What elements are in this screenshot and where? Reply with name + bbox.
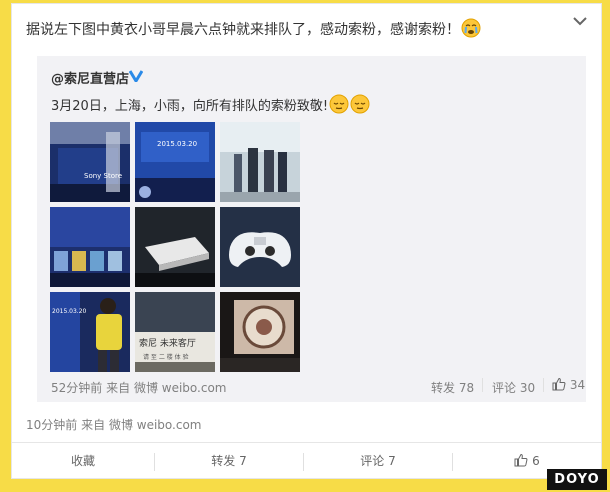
stat-divider bbox=[482, 378, 483, 392]
crying-face-icon bbox=[461, 18, 481, 38]
sony-store-caption: Sony Store bbox=[84, 172, 123, 180]
repost-meta: 52分钟前 来自 微博 weibo.com bbox=[51, 379, 227, 396]
comment-button[interactable]: 评论 7 bbox=[304, 443, 452, 480]
comment-label: 评论 7 bbox=[360, 454, 396, 468]
repost-source-prefix: 来自 bbox=[106, 381, 131, 395]
ps4-controller-photo[interactable] bbox=[220, 207, 300, 287]
yellow-jacket-fan-caption: 2015.03.20 bbox=[52, 308, 87, 315]
sony-sign-photo[interactable]: 索尼 未来客厅 请 至 二 楼 体 验 bbox=[135, 292, 215, 372]
relieved-face-icon bbox=[350, 94, 370, 114]
display-screen-photo[interactable] bbox=[220, 292, 300, 372]
playstation-banner-caption: 2015.03.20 bbox=[157, 140, 198, 148]
doyo-watermark: DOYO bbox=[547, 469, 607, 490]
favorite-label: 收藏 bbox=[70, 454, 95, 468]
action-bar: 收藏 转发 7 评论 7 6 bbox=[12, 442, 601, 480]
stat-divider bbox=[543, 378, 544, 392]
post-text: 据说左下图中黄衣小哥早晨六点钟就来排队了，感动索粉，感谢索粉！ bbox=[26, 18, 481, 41]
repost-forward-label: 转发 bbox=[431, 381, 456, 395]
repost-author[interactable]: @索尼直营店 bbox=[51, 68, 129, 87]
repost-forward-stat[interactable]: 转发 78 bbox=[431, 379, 474, 396]
verified-v-icon bbox=[129, 70, 143, 82]
post-text-content: 据说左下图中黄衣小哥早晨六点钟就来排队了，感动索粉，感谢索粉！ bbox=[26, 22, 460, 38]
repost-text: 3月20日，上海，小雨，向所有排队的索粉致敬! bbox=[51, 94, 370, 118]
yellow-jacket-fan-photo[interactable]: 2015.03.20 bbox=[50, 292, 130, 372]
repost-forward-count: 78 bbox=[458, 381, 475, 395]
post-source-prefix: 来自 bbox=[81, 418, 106, 432]
repost-comment-label: 评论 bbox=[492, 381, 517, 395]
repost-like-stat[interactable]: 34 bbox=[552, 377, 585, 392]
ps4-console-photo[interactable] bbox=[135, 207, 215, 287]
thumbs-up-icon bbox=[552, 377, 566, 391]
forward-button[interactable]: 转发 7 bbox=[155, 443, 303, 480]
forward-label: 转发 7 bbox=[211, 454, 247, 468]
chevron-down-icon[interactable] bbox=[573, 16, 587, 26]
favorite-button[interactable]: 收藏 bbox=[12, 443, 154, 480]
repost-block: @索尼直营店 3月20日，上海，小雨，向所有排队的索粉致敬! Sony Stor… bbox=[37, 56, 586, 402]
weibo-post-card: 据说左下图中黄衣小哥早晨六点钟就来排队了，感动索粉，感谢索粉！ @索尼直营店 3… bbox=[11, 3, 602, 479]
queue-people-photo[interactable] bbox=[220, 122, 300, 202]
repost-comment-stat[interactable]: 评论 30 bbox=[492, 379, 535, 396]
like-count: 6 bbox=[532, 454, 540, 468]
post-time[interactable]: 10分钟前 bbox=[26, 418, 77, 432]
post-meta: 10分钟前 来自 微博 weibo.com bbox=[26, 416, 202, 433]
repost-time[interactable]: 52分钟前 bbox=[51, 381, 102, 395]
post-source[interactable]: 微博 weibo.com bbox=[109, 418, 202, 432]
repost-text-content: 3月20日，上海，小雨，向所有排队的索粉致敬! bbox=[51, 99, 329, 114]
thumbs-up-icon bbox=[514, 453, 528, 467]
sony-sign-caption: 索尼 未来客厅 bbox=[139, 339, 196, 349]
sony-store-photo[interactable]: Sony Store bbox=[50, 122, 130, 202]
playstation-banner-photo[interactable]: 2015.03.20 bbox=[135, 122, 215, 202]
relieved-face-icon bbox=[329, 94, 349, 114]
repost-like-count: 34 bbox=[569, 378, 586, 392]
repost-source[interactable]: 微博 weibo.com bbox=[134, 381, 227, 395]
game-shelf-photo[interactable] bbox=[50, 207, 130, 287]
repost-comment-count: 30 bbox=[519, 381, 536, 395]
sony-sign-subcaption: 请 至 二 楼 体 验 bbox=[143, 354, 189, 361]
